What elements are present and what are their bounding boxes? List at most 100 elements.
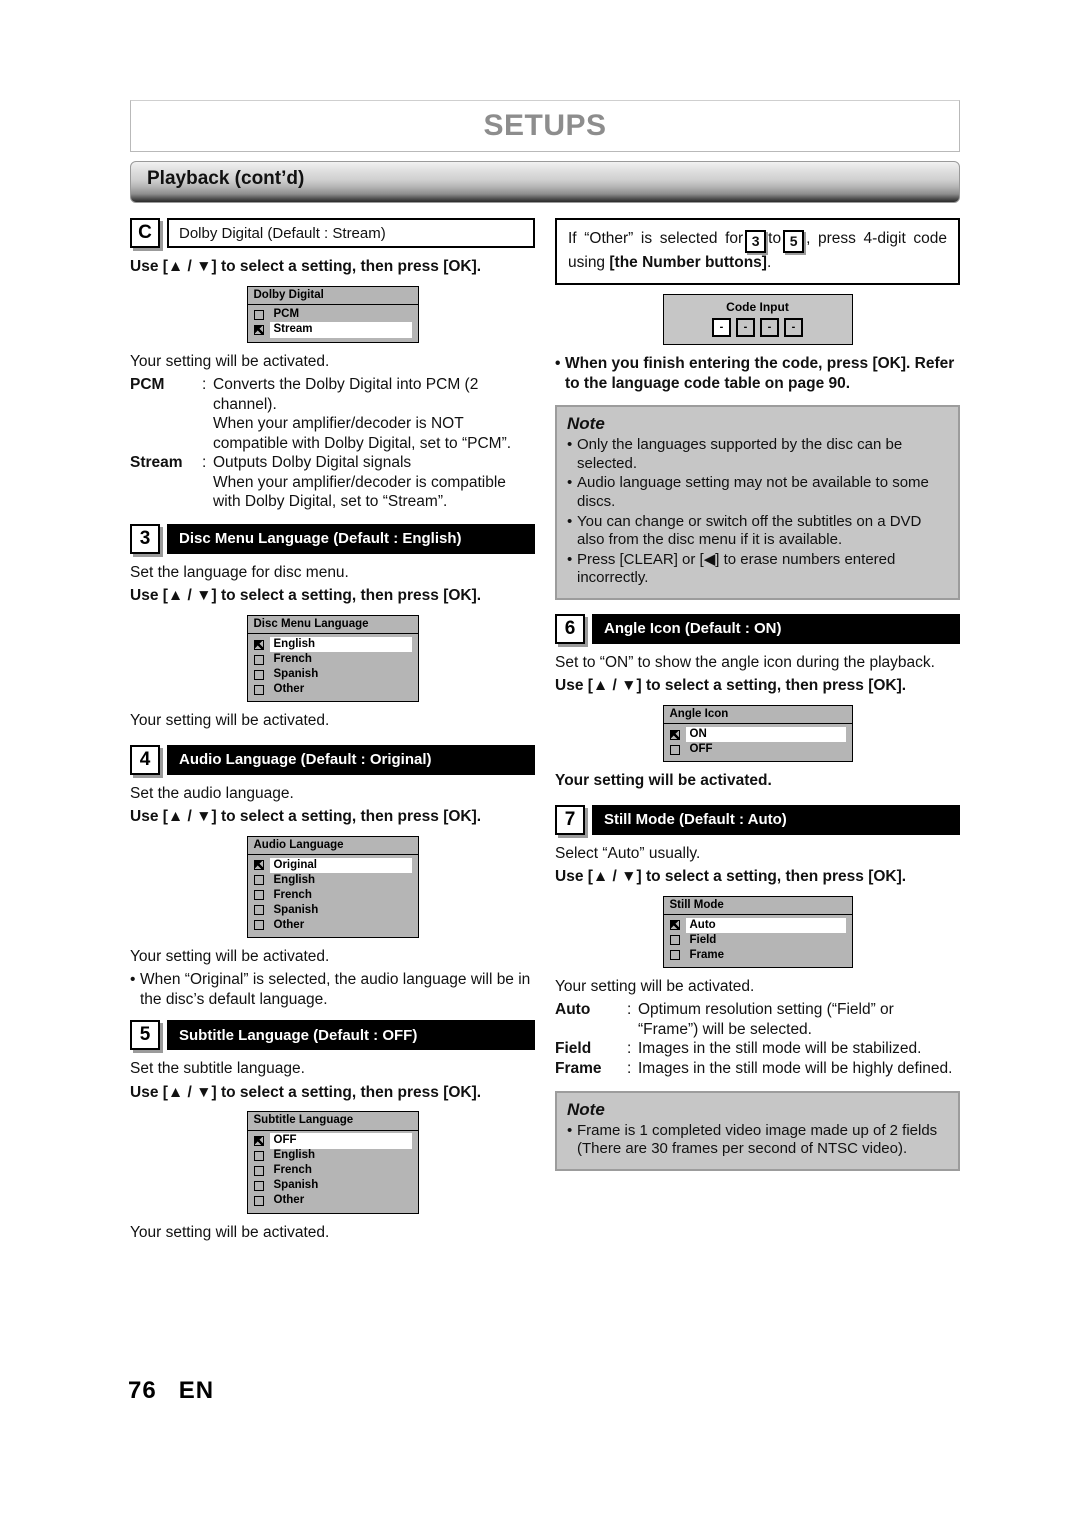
definition-row: Auto : Optimum resolution setting (“Fiel… bbox=[555, 1000, 960, 1039]
audio-language-osd-wrap: Audio Language Original English French S… bbox=[130, 835, 535, 938]
osd-option-label: Field bbox=[689, 933, 717, 946]
osd-option-row[interactable]: Field bbox=[664, 933, 852, 948]
still-mode-description: Select “Auto” usually. bbox=[555, 844, 701, 862]
checkbox-icon[interactable] bbox=[253, 669, 264, 680]
osd-option-row[interactable]: English bbox=[248, 636, 418, 653]
osd-option-row[interactable]: Spanish bbox=[248, 667, 418, 682]
checkbox-checked-icon[interactable] bbox=[253, 639, 264, 650]
checkbox-icon[interactable] bbox=[253, 875, 264, 886]
checkbox-icon[interactable] bbox=[253, 310, 264, 321]
checkbox-checked-icon[interactable] bbox=[253, 325, 264, 336]
definition-row: Field : Images in the still mode will be… bbox=[555, 1039, 960, 1059]
column-gap bbox=[535, 218, 555, 1246]
definition-colon: : bbox=[202, 376, 207, 394]
osd-option-row[interactable]: English bbox=[248, 1149, 418, 1164]
audio-language-instruction: Use [▲ / ▼] to select a setting, then pr… bbox=[130, 808, 482, 826]
osd-option-label: Spanish bbox=[273, 667, 319, 680]
bullet-text: Frame is 1 completed video image made up… bbox=[577, 1121, 938, 1158]
code-cell-2[interactable]: - bbox=[736, 318, 755, 338]
other-code-instruction-box: If “Other” is selected for 3 to 5, press 4-… bbox=[555, 218, 960, 286]
osd-option-row[interactable]: OFF bbox=[664, 742, 852, 757]
checkbox-icon[interactable] bbox=[253, 1181, 264, 1192]
bullet-dot-icon: • bbox=[567, 1121, 573, 1139]
marker-number-3: 3 bbox=[130, 523, 160, 554]
subtitle-language-heading: 5 Subtitle Language (Default : OFF) bbox=[130, 1020, 535, 1051]
osd-option-row[interactable]: Spanish bbox=[248, 1179, 418, 1194]
setting-subtitle-language: 5 Subtitle Language (Default : OFF) Set … bbox=[130, 1020, 535, 1242]
checkbox-icon[interactable] bbox=[253, 1196, 264, 1207]
note-title: Note bbox=[567, 414, 605, 434]
page-footer: 76 EN bbox=[128, 1377, 214, 1405]
other-code-text-1: If “Other” is selected for bbox=[568, 230, 744, 247]
osd-option-row[interactable]: Spanish bbox=[248, 903, 418, 918]
osd-option-row[interactable]: Stream bbox=[248, 322, 418, 338]
manual-page: SETUPS Playback (cont’d) C Dolby Digital… bbox=[130, 100, 960, 1246]
osd-option-label: Spanish bbox=[273, 1179, 319, 1192]
code-cell-group: - - - - bbox=[664, 318, 852, 338]
checkbox-checked-icon[interactable] bbox=[253, 860, 264, 871]
checkbox-icon[interactable] bbox=[253, 1166, 264, 1177]
still-mode-heading: 7 Still Mode (Default : Auto) bbox=[555, 804, 960, 835]
osd-option-label: English bbox=[273, 1149, 316, 1162]
checkbox-icon[interactable] bbox=[253, 890, 264, 901]
osd-option-row[interactable]: OFF bbox=[248, 1133, 418, 1149]
checkbox-checked-icon[interactable] bbox=[669, 920, 680, 931]
bullet-item: • Frame is 1 completed video image made … bbox=[567, 1122, 948, 1159]
osd-option-row[interactable]: Other bbox=[248, 682, 418, 697]
osd-option-label: French bbox=[273, 888, 312, 901]
osd-option-row[interactable]: Original bbox=[248, 857, 418, 874]
still-mode-instruction: Use [▲ / ▼] to select a setting, then pr… bbox=[555, 868, 907, 886]
checkbox-icon[interactable] bbox=[253, 684, 264, 695]
code-input-osd-wrap: Code Input - - - - bbox=[555, 294, 960, 346]
audio-language-heading: 4 Audio Language (Default : Original) bbox=[130, 744, 535, 775]
setting-disc-menu-language: 3 Disc Menu Language (Default : English)… bbox=[130, 523, 535, 731]
checkbox-checked-icon[interactable] bbox=[669, 729, 680, 740]
osd-option-row[interactable]: French bbox=[248, 888, 418, 903]
checkbox-icon[interactable] bbox=[253, 654, 264, 665]
checkbox-icon[interactable] bbox=[253, 1151, 264, 1162]
setting-angle-icon: 6 Angle Icon (Default : ON) Set to “ON” … bbox=[555, 613, 960, 791]
definition-row: PCM : Converts the Dolby Digital into PC… bbox=[130, 375, 535, 453]
disc-menu-language-activated: Your setting will be activated. bbox=[130, 712, 330, 730]
note-box-languages: Note • Only the languages supported by t… bbox=[555, 405, 960, 600]
setting-audio-language: 4 Audio Language (Default : Original) Se… bbox=[130, 744, 535, 1010]
subtitle-language-title: Subtitle Language (Default : OFF) bbox=[167, 1020, 535, 1051]
checkbox-checked-icon[interactable] bbox=[253, 1136, 264, 1147]
osd-option-row[interactable]: French bbox=[248, 652, 418, 667]
code-cell-4[interactable]: - bbox=[784, 318, 803, 338]
osd-option-row[interactable]: PCM bbox=[248, 308, 418, 323]
angle-icon-title: Angle Icon (Default : ON) bbox=[592, 613, 960, 644]
osd-option-label: Other bbox=[273, 918, 305, 931]
osd-option-row[interactable]: English bbox=[248, 873, 418, 888]
bullet-item: • Audio language setting may not be avai… bbox=[567, 474, 948, 511]
osd-option-row[interactable]: Other bbox=[248, 1194, 418, 1209]
checkbox-icon[interactable] bbox=[669, 950, 680, 961]
osd-option-label: English bbox=[273, 873, 316, 886]
checkbox-icon[interactable] bbox=[253, 920, 264, 931]
osd-option-row[interactable]: Auto bbox=[664, 917, 852, 934]
right-column: If “Other” is selected for 3 to 5, press 4-… bbox=[555, 218, 960, 1246]
osd-option-row[interactable]: ON bbox=[664, 726, 852, 743]
bullet-dot-icon: • bbox=[567, 474, 573, 492]
code-cell-3[interactable]: - bbox=[760, 318, 779, 338]
two-column-body: C Dolby Digital (Default : Stream) Use [… bbox=[130, 218, 960, 1246]
subtitle-language-description: Set the subtitle language. bbox=[130, 1060, 305, 1078]
definition-desc: Optimum resolution setting (“Field” or “… bbox=[638, 1001, 894, 1038]
osd-subtitle-language: Subtitle Language OFF English French Spa… bbox=[246, 1111, 419, 1214]
osd-option-list: English French Spanish Other bbox=[248, 634, 418, 701]
checkbox-icon[interactable] bbox=[253, 905, 264, 916]
marker-number-4: 4 bbox=[130, 744, 160, 775]
osd-option-row[interactable]: French bbox=[248, 1164, 418, 1179]
osd-option-row[interactable]: Other bbox=[248, 918, 418, 933]
osd-still-mode: Still Mode Auto Field Frame bbox=[662, 895, 853, 968]
disc-menu-language-heading: 3 Disc Menu Language (Default : English) bbox=[130, 523, 535, 554]
audio-language-activated: Your setting will be activated. bbox=[130, 947, 330, 965]
osd-title: Dolby Digital bbox=[247, 287, 418, 305]
bullet-text: When “Original” is selected, the audio l… bbox=[140, 971, 531, 1008]
osd-option-row[interactable]: Frame bbox=[664, 948, 852, 963]
checkbox-icon[interactable] bbox=[669, 744, 680, 755]
audio-language-bullets: • When “Original” is selected, the audio… bbox=[130, 970, 535, 1009]
note-box-frame: Note • Frame is 1 completed video image … bbox=[555, 1090, 960, 1171]
checkbox-icon[interactable] bbox=[669, 935, 680, 946]
code-cell-1[interactable]: - bbox=[712, 318, 731, 338]
